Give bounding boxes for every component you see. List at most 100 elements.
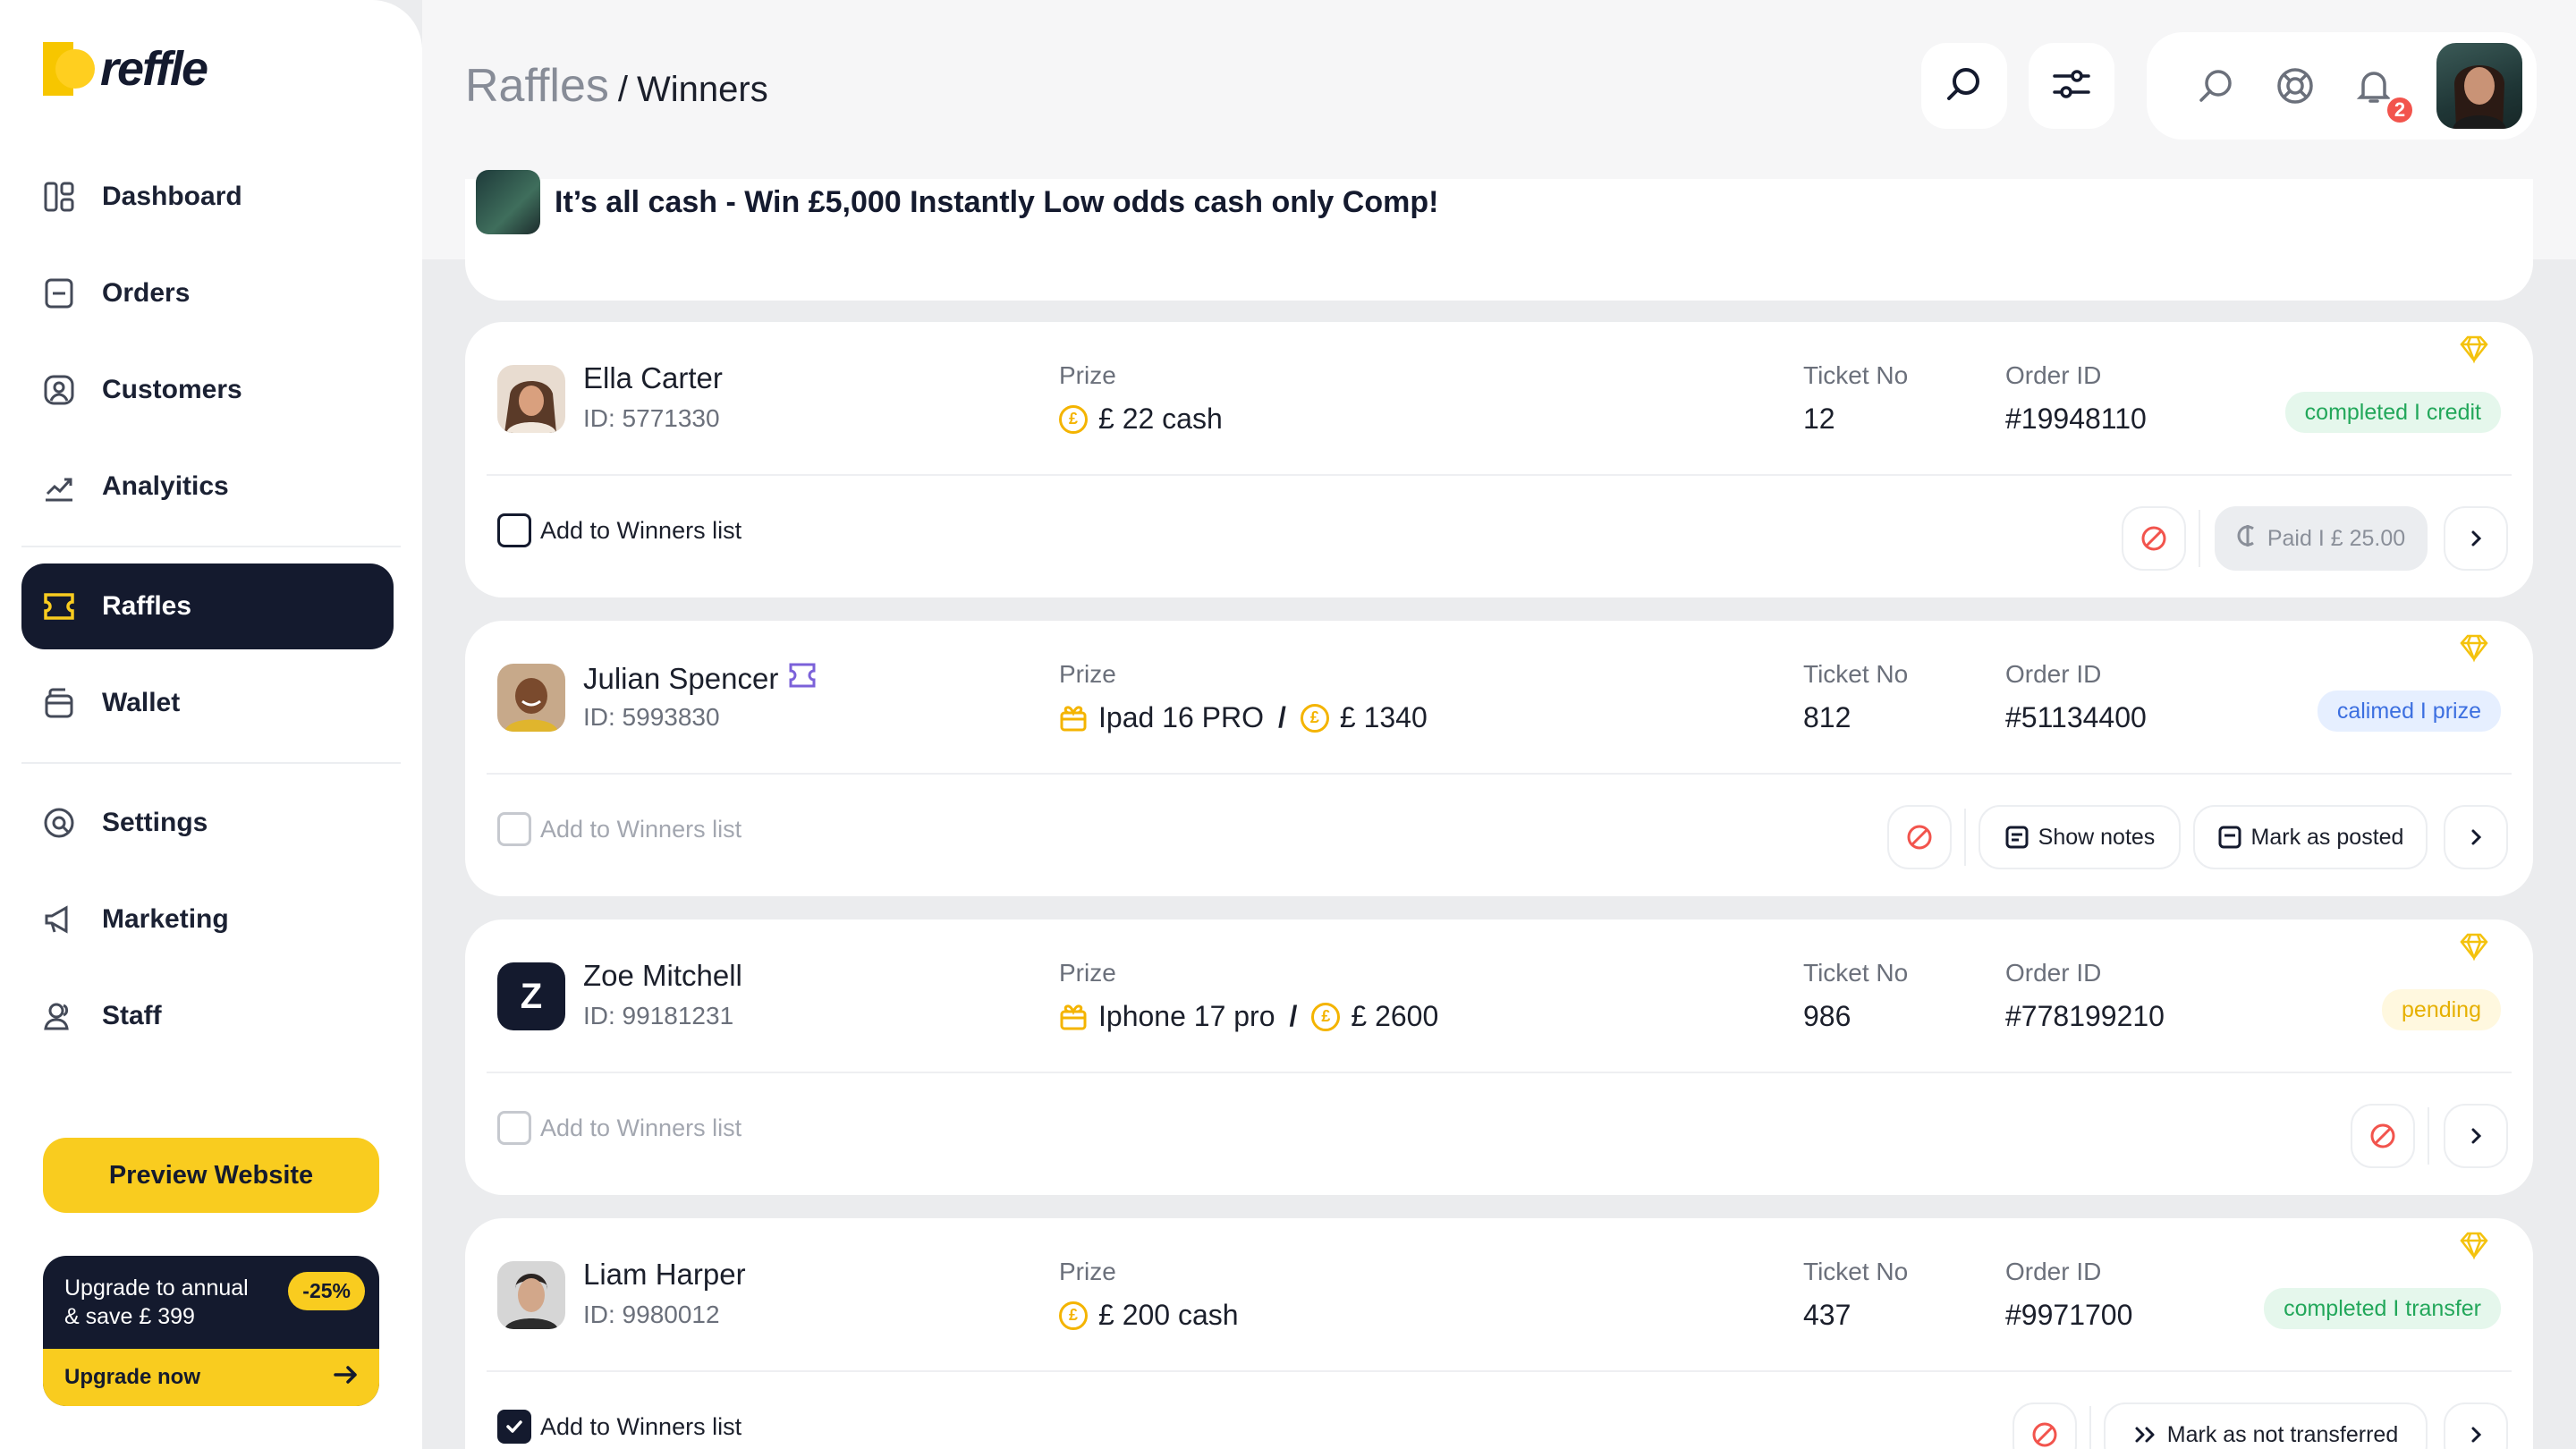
disqualify-button[interactable]: [1887, 805, 1952, 869]
disqualify-button[interactable]: [2012, 1402, 2077, 1449]
winner-name: Zoe Mitchell: [583, 959, 742, 993]
show-notes-label: Show notes: [2038, 824, 2156, 850]
breadcrumb-separator: /: [617, 70, 629, 109]
ticket-label: Ticket No: [1803, 361, 1909, 389]
upgrade-now-button[interactable]: Upgrade now: [43, 1349, 379, 1406]
checkbox-post-icon: [2218, 826, 2241, 849]
prize-item: Ipad 16 PRO: [1098, 701, 1264, 733]
ticket-label: Ticket No: [1803, 1258, 1909, 1285]
winner-name: Liam Harper: [583, 1258, 746, 1292]
add-to-winners-checkbox[interactable]: Add to Winners list: [497, 513, 741, 547]
payment-icon: [2237, 523, 2258, 555]
prize-value: £ £ 200 cash: [1059, 1299, 1239, 1332]
prize-label: Prize: [1059, 660, 1116, 688]
raffle-title-text: It’s all cash - Win £5,000 Instantly Low…: [555, 184, 1439, 219]
winner-avatar: [497, 664, 565, 732]
ticket-label: Ticket No: [1803, 959, 1909, 987]
search-button[interactable]: [1921, 43, 2007, 129]
preview-website-button[interactable]: Preview Website: [43, 1138, 379, 1213]
diamond-icon: [2460, 933, 2488, 962]
order-label: Order ID: [2005, 1258, 2102, 1285]
ban-icon: [2370, 1123, 2395, 1148]
prize-item: Iphone 17 pro: [1098, 1000, 1275, 1032]
raffle-title: It’s all cash - Win £5,000 Instantly Low…: [476, 170, 1438, 234]
paid-label: Paid I £ 25.00: [2267, 525, 2406, 551]
prize-separator: /: [1278, 701, 1286, 733]
chat-search-button[interactable]: [2190, 59, 2243, 113]
verified-ticket-icon: [787, 660, 818, 698]
open-details-button[interactable]: [2444, 805, 2508, 869]
ticket-label: Ticket No: [1803, 660, 1909, 688]
nav-item-analytics[interactable]: Analyitics: [21, 444, 394, 530]
add-to-winners-checkbox[interactable]: Add to Winners list: [497, 812, 741, 846]
winner-name-text: Liam Harper: [583, 1258, 746, 1291]
breadcrumb: Raffles / Winners: [465, 59, 768, 113]
card-divider: [487, 1072, 2512, 1073]
nav-item-marketing[interactable]: Marketing: [21, 877, 394, 962]
nav-label: Staff: [102, 1001, 162, 1030]
card-divider: [487, 1370, 2512, 1372]
mark-not-transferred-button[interactable]: Mark as not transferred: [2104, 1402, 2428, 1449]
raffle-thumbnail: [476, 170, 540, 234]
status-badge: calimed I prize: [2317, 691, 2501, 732]
nav-item-customers[interactable]: Customers: [21, 347, 394, 433]
brand-logo[interactable]: reffle: [43, 41, 208, 97]
add-to-winners-checkbox[interactable]: Add to Winners list: [497, 1111, 741, 1145]
winner-id: ID: 5993830: [583, 703, 720, 731]
disqualify-button[interactable]: [2122, 506, 2186, 571]
upgrade-line2: & save £ 399: [64, 1304, 195, 1329]
winner-avatar: [497, 1261, 565, 1329]
help-button[interactable]: [2268, 59, 2322, 113]
add-to-winners-checkbox[interactable]: Add to Winners list: [497, 1410, 741, 1444]
order-label: Order ID: [2005, 660, 2102, 688]
nav-item-dashboard[interactable]: Dashboard: [21, 154, 394, 240]
breadcrumb-root[interactable]: Raffles: [465, 59, 609, 113]
upgrade-line1: Upgrade to annual: [64, 1275, 249, 1301]
arrow-right-icon: [333, 1364, 360, 1392]
nav-item-raffles[interactable]: Raffles: [21, 564, 394, 649]
prize-cash: £ 1340: [1339, 701, 1428, 733]
nav-label: Analyitics: [102, 471, 229, 501]
staff-icon: [41, 998, 77, 1034]
nav-label: Raffles: [102, 591, 192, 621]
filter-button[interactable]: [2029, 43, 2114, 129]
mark-as-posted-button[interactable]: Mark as posted: [2193, 805, 2428, 869]
search-icon: [1945, 64, 1984, 108]
megaphone-icon: [41, 902, 77, 937]
order-id[interactable]: #19948110: [2005, 402, 2147, 436]
lifebuoy-icon: [2277, 68, 2313, 104]
open-details-button[interactable]: [2444, 1104, 2508, 1168]
disqualify-button[interactable]: [2351, 1104, 2415, 1168]
open-details-button[interactable]: [2444, 506, 2508, 571]
nav-item-staff[interactable]: Staff: [21, 973, 394, 1059]
nav-item-wallet[interactable]: Wallet: [21, 660, 394, 746]
winner-card: Julian Spencer ID: 5993830 Prize Ipad 16…: [465, 621, 2533, 896]
user-avatar[interactable]: [2436, 43, 2522, 129]
prize-label: Prize: [1059, 1258, 1116, 1285]
nav-item-settings[interactable]: Settings: [21, 780, 394, 866]
paid-amount-button[interactable]: Paid I £ 25.00: [2215, 506, 2428, 571]
status-badge: pending: [2382, 989, 2501, 1030]
breadcrumb-current: Winners: [637, 70, 768, 109]
open-details-button[interactable]: [2444, 1402, 2508, 1449]
coin-icon: £: [1311, 1002, 1341, 1031]
order-id[interactable]: #9971700: [2005, 1299, 2132, 1332]
checkbox-box: [497, 812, 531, 846]
ticket-number: 986: [1803, 1000, 1852, 1032]
brand-name: reffle: [100, 42, 208, 96]
winner-card: Z Zoe Mitchell ID: 99181231 Prize Iphone…: [465, 919, 2533, 1195]
checkbox-box: [497, 1410, 531, 1444]
chevron-right-icon: [2471, 1427, 2482, 1443]
card-divider: [487, 474, 2512, 476]
ban-icon: [1907, 825, 1932, 850]
filter-icon: [2052, 66, 2091, 106]
notes-icon: [2005, 826, 2029, 849]
nav-divider: [21, 762, 401, 764]
nav-item-orders[interactable]: Orders: [21, 250, 394, 336]
prize-value: Ipad 16 PRO / £ £ 1340: [1059, 701, 1428, 734]
ban-icon: [2032, 1422, 2057, 1447]
order-id[interactable]: #778199210: [2005, 1000, 2165, 1033]
winner-name: Ella Carter: [583, 361, 723, 395]
order-id[interactable]: #51134400: [2005, 701, 2147, 734]
show-notes-button[interactable]: Show notes: [1979, 805, 2181, 869]
